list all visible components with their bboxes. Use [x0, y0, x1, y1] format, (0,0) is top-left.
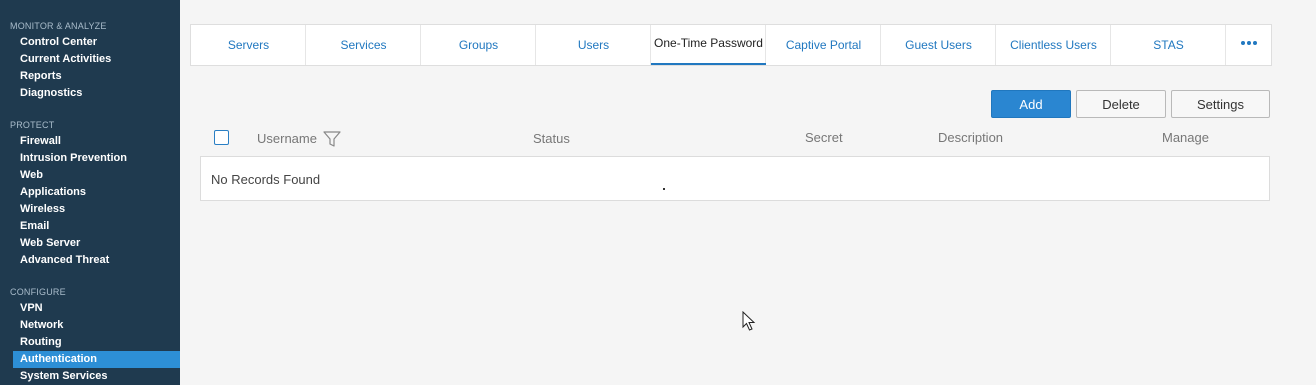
tab-captive-portal[interactable]: Captive Portal: [766, 25, 881, 65]
tab-services[interactable]: Services: [306, 25, 421, 65]
column-header-secret: Secret: [805, 130, 843, 145]
sidebar-item-reports[interactable]: Reports: [20, 68, 62, 85]
sidebar-item-system-services[interactable]: System Services: [20, 368, 107, 385]
select-all-checkbox[interactable]: [214, 130, 229, 145]
sidebar-item-routing[interactable]: Routing: [20, 334, 62, 351]
sidebar-item-wireless[interactable]: Wireless: [20, 201, 65, 218]
table-body: No Records Found: [200, 156, 1270, 201]
tab-label: Clientless Users: [1010, 38, 1097, 52]
sidebar-item-email[interactable]: Email: [20, 218, 49, 235]
sidebar-item-web-server[interactable]: Web Server: [20, 235, 80, 252]
tab-groups[interactable]: Groups: [421, 25, 536, 65]
column-header-username: Username: [257, 131, 317, 146]
sidebar-item-applications[interactable]: Applications: [20, 184, 86, 201]
tab-users[interactable]: Users: [536, 25, 651, 65]
column-header-manage: Manage: [1162, 130, 1209, 145]
sidebar-item-authentication[interactable]: Authentication: [13, 351, 180, 368]
add-button[interactable]: Add: [991, 90, 1071, 118]
column-header-description: Description: [938, 130, 1004, 145]
tab-label: Servers: [227, 38, 270, 52]
sidebar-item-diagnostics[interactable]: Diagnostics: [20, 85, 82, 102]
sidebar-item-firewall[interactable]: Firewall: [20, 133, 61, 150]
sidebar: MONITOR & ANALYZE Control Center Current…: [0, 0, 180, 385]
ellipsis-icon: [1241, 41, 1257, 45]
sidebar-item-current-activities[interactable]: Current Activities: [20, 51, 111, 68]
section-protect: PROTECT: [10, 120, 55, 130]
tab-label: Groups: [458, 38, 499, 52]
section-monitor-analyze: MONITOR & ANALYZE: [10, 21, 107, 31]
empty-state-message: No Records Found: [211, 172, 321, 187]
tab-servers[interactable]: Servers: [191, 25, 306, 65]
stray-dot: [663, 188, 665, 190]
sidebar-item-intrusion-prevention[interactable]: Intrusion Prevention: [20, 150, 127, 167]
sidebar-item-web[interactable]: Web: [20, 167, 43, 184]
tab-label: Users: [577, 38, 610, 52]
sidebar-item-advanced-threat[interactable]: Advanced Threat: [20, 252, 109, 269]
tab-stas[interactable]: STAS: [1111, 25, 1226, 65]
tab-clientless-users[interactable]: Clientless Users: [996, 25, 1111, 65]
more-tabs-button[interactable]: [1226, 25, 1272, 65]
tab-label: Guest Users: [905, 38, 972, 52]
delete-button[interactable]: Delete: [1076, 90, 1166, 118]
sidebar-item-control-center[interactable]: Control Center: [20, 34, 97, 51]
tab-bar: Servers Services Groups Users One-Time P…: [190, 24, 1272, 66]
tab-one-time-password[interactable]: One-Time Password: [651, 25, 766, 65]
tab-label: STAS: [1153, 38, 1184, 52]
tab-guest-users[interactable]: Guest Users: [881, 25, 996, 65]
mouse-cursor-icon: [742, 311, 756, 331]
tab-label: One-Time Password: [654, 36, 763, 50]
column-header-status: Status: [533, 131, 570, 146]
tab-label: Captive Portal: [785, 38, 862, 52]
section-configure: CONFIGURE: [10, 287, 66, 297]
filter-icon[interactable]: [323, 131, 341, 147]
sidebar-item-vpn[interactable]: VPN: [20, 300, 43, 317]
tab-label: Services: [340, 38, 387, 52]
settings-button[interactable]: Settings: [1171, 90, 1270, 118]
sidebar-item-network[interactable]: Network: [20, 317, 63, 334]
